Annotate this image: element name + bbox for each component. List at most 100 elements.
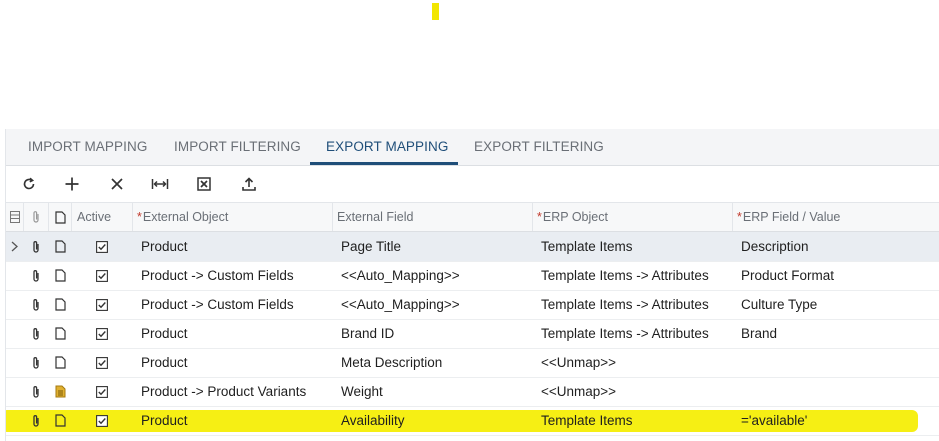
row-selector[interactable] — [6, 261, 23, 290]
note-button[interactable] — [49, 261, 71, 290]
active-checkbox[interactable] — [72, 377, 132, 406]
tab-export-mapping[interactable]: EXPORT MAPPING — [326, 129, 448, 165]
table-row[interactable]: Product Page Title Template Items Descripti… — [6, 232, 939, 262]
table-row[interactable]: Product -> Custom Fields <<Auto_Mapping>>… — [6, 261, 939, 291]
tab-import-filtering[interactable]: IMPORT FILTERING — [174, 129, 301, 165]
tab-bar: IMPORT MAPPING IMPORT FILTERING EXPORT M… — [6, 129, 939, 166]
mapping-panel: IMPORT MAPPING IMPORT FILTERING EXPORT M… — [5, 129, 939, 441]
row-selector[interactable] — [6, 232, 23, 261]
active-checkbox[interactable] — [72, 232, 132, 261]
note-button[interactable] — [49, 290, 71, 319]
external-object-cell[interactable]: Product -> Custom Fields — [141, 290, 294, 319]
column-active[interactable]: Active — [77, 203, 111, 231]
grid-toolbar — [6, 166, 939, 203]
external-field-cell[interactable]: Weight — [341, 377, 383, 406]
tab-export-filtering[interactable]: EXPORT FILTERING — [474, 129, 604, 165]
table-row[interactable]: Product Availability Template Items ='avail… — [6, 406, 939, 436]
column-erp-object[interactable]: *ERP Object — [537, 203, 608, 231]
erp-field-cell[interactable]: ='available' — [741, 406, 807, 435]
table-row[interactable]: Product -> Custom Fields <<Auto_Mapping>>… — [6, 290, 939, 320]
external-field-cell[interactable]: Availability — [341, 406, 405, 435]
erp-object-cell[interactable]: Template Items -> Attributes — [541, 261, 709, 290]
external-object-cell[interactable]: Product — [141, 232, 188, 261]
external-field-cell[interactable]: Meta Description — [341, 348, 442, 377]
erp-field-cell[interactable]: Product Format — [741, 261, 834, 290]
note-button[interactable] — [49, 406, 71, 435]
external-object-cell[interactable]: Product — [141, 348, 188, 377]
note-button[interactable] — [49, 319, 71, 348]
attachment-button[interactable] — [24, 232, 48, 261]
erp-field-cell[interactable]: Description — [741, 232, 809, 261]
fit-columns-button[interactable] — [147, 172, 173, 196]
paperclip-icon — [33, 385, 39, 398]
table-row[interactable]: Product Brand ID Template Items -> Attribu… — [6, 319, 939, 349]
tab-import-mapping[interactable]: IMPORT MAPPING — [28, 129, 147, 165]
note-icon — [54, 356, 66, 369]
note-icon — [54, 210, 66, 224]
note-button[interactable] — [49, 348, 71, 377]
erp-object-cell[interactable]: Template Items — [541, 232, 633, 261]
erp-object-cell[interactable]: Template Items -> Attributes — [541, 319, 709, 348]
active-checkbox[interactable] — [72, 319, 132, 348]
attachment-button[interactable] — [24, 319, 48, 348]
attachment-button[interactable] — [24, 261, 48, 290]
highlight-mark — [432, 3, 439, 20]
erp-field-cell[interactable]: Culture Type — [741, 290, 817, 319]
refresh-button[interactable] — [16, 172, 42, 196]
required-marker: * — [537, 210, 542, 224]
paperclip-icon — [33, 414, 39, 427]
excel-export-icon — [197, 177, 211, 191]
erp-object-cell[interactable]: <<Unmap>> — [541, 377, 616, 406]
erp-field-cell[interactable]: Brand — [741, 319, 777, 348]
erp-object-cell[interactable]: <<Unmap>> — [541, 348, 616, 377]
attachment-button[interactable] — [24, 377, 48, 406]
attachment-button[interactable] — [24, 348, 48, 377]
note-icon — [54, 298, 66, 311]
active-checkbox[interactable] — [72, 261, 132, 290]
external-object-cell[interactable]: Product -> Custom Fields — [141, 261, 294, 290]
attachment-column-header — [24, 203, 48, 231]
row-selector[interactable] — [6, 319, 23, 348]
add-row-button[interactable] — [59, 172, 85, 196]
external-field-cell[interactable]: <<Auto_Mapping>> — [341, 290, 460, 319]
note-button[interactable] — [49, 377, 71, 406]
row-selector[interactable] — [6, 348, 23, 377]
erp-object-cell[interactable]: Template Items — [541, 406, 633, 435]
active-checkbox[interactable] — [72, 290, 132, 319]
chevron-right-icon — [11, 241, 18, 252]
row-selector-header[interactable] — [6, 203, 23, 231]
row-selector[interactable] — [6, 290, 23, 319]
note-icon — [54, 327, 66, 340]
row-selector[interactable] — [6, 406, 23, 435]
grid-header: Active *External Object External Field *… — [6, 203, 939, 232]
checkbox-checked-icon — [96, 240, 108, 253]
external-field-cell[interactable]: Brand ID — [341, 319, 394, 348]
table-row[interactable]: Product -> Product Variants Weight <<Unmap… — [6, 377, 939, 407]
active-checkbox[interactable] — [72, 406, 132, 435]
active-checkbox[interactable] — [72, 348, 132, 377]
fit-columns-icon — [151, 179, 169, 189]
paperclip-icon — [33, 211, 39, 223]
note-icon — [54, 414, 66, 427]
table-row[interactable]: Product Meta Description <<Unmap>> — [6, 348, 939, 378]
external-object-cell[interactable]: Product -> Product Variants — [141, 377, 306, 406]
attachment-button[interactable] — [24, 290, 48, 319]
erp-object-cell[interactable]: Template Items -> Attributes — [541, 290, 709, 319]
external-object-cell[interactable]: Product — [141, 406, 188, 435]
grid-menu-icon — [9, 211, 20, 223]
note-button[interactable] — [49, 232, 71, 261]
note-icon — [54, 269, 66, 282]
attachment-button[interactable] — [24, 406, 48, 435]
column-external-object[interactable]: *External Object — [137, 203, 228, 231]
external-object-cell[interactable]: Product — [141, 319, 188, 348]
delete-row-button[interactable] — [104, 172, 130, 196]
paperclip-icon — [33, 327, 39, 340]
excel-export-button[interactable] — [191, 172, 217, 196]
upload-button[interactable] — [236, 172, 262, 196]
column-external-field[interactable]: External Field — [337, 203, 413, 231]
row-selector[interactable] — [6, 377, 23, 406]
column-erp-field-value[interactable]: *ERP Field / Value — [737, 203, 840, 231]
checkbox-checked-icon — [96, 385, 108, 398]
external-field-cell[interactable]: <<Auto_Mapping>> — [341, 261, 460, 290]
external-field-cell[interactable]: Page Title — [341, 232, 401, 261]
